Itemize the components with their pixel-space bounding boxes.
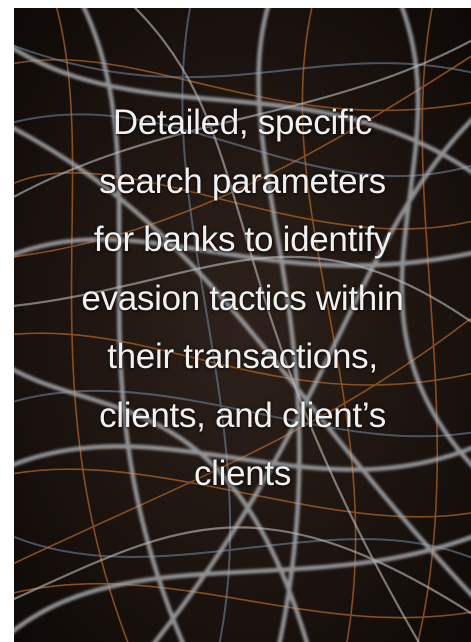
caption-line: search parameters (99, 161, 386, 201)
caption-line: Detailed, specific (112, 103, 373, 142)
image-card: Detailed, specific search parameters for… (14, 8, 471, 642)
caption-line: clients, and client’s (99, 395, 386, 435)
caption-line: for banks to identify (93, 220, 392, 259)
caption-line: clients (193, 454, 292, 493)
caption-line: their transactions, (107, 337, 378, 376)
caption-line: evasion tactics within (81, 278, 404, 318)
card-caption: Detailed, specific search parameters for… (14, 94, 471, 504)
